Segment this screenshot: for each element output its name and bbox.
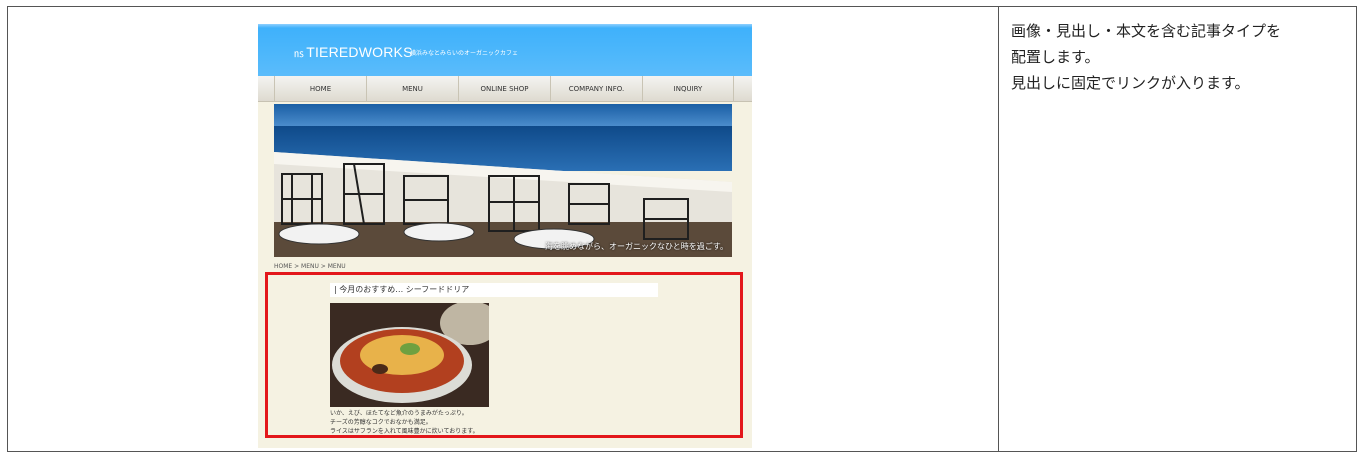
nav-company-info[interactable]: COMPANY INFO. [550,76,642,102]
article-image [330,303,489,407]
column-divider [998,6,999,452]
nav-home[interactable]: HOME [274,76,366,102]
article-body-line: チーズの芳醇なコクでおなかも満足。 [330,419,432,426]
article-body-line: いか、えび、ほたてなど魚介のうまみがたっぷり。 [330,410,468,417]
hero-image: 海を眺めながら、オーガニックなひと時を過ごす。 [274,104,732,257]
description-line: 画像・見出し・本文を含む記事タイプを [1011,22,1282,40]
article-body: いか、えび、ほたてなど魚介のうまみがたっぷり。 チーズの芳醇なコクでおなかも満足… [330,409,479,436]
nav-inquiry[interactable]: INQUIRY [642,76,734,102]
description-text: 画像・見出し・本文を含む記事タイプを 配置します。 見出しに固定でリンクが入りま… [1011,18,1356,96]
nav-online-shop[interactable]: ONLINE SHOP [458,76,550,102]
site-preview: ㎱ TIEREDWORKS 横浜みなとみらいのオーガニックカフェ HOME MEN… [258,24,752,448]
hero-caption: 海を眺めながら、オーガニックなひと時を過ごす。 [544,242,728,251]
article-body-line: ライスはサフランを入れて風味豊かに炊いております。 [330,428,479,435]
article-section-highlight: | 今月のおすすめ… シーフードドリア いか、えび、ほたてなど魚介のうまみがたっ… [265,272,743,438]
description-line: 配置します。 [1011,48,1100,66]
description-line: 見出しに固定でリンクが入ります。 [1011,74,1250,92]
logo-text: TIEREDWORKS [306,44,413,60]
article-heading-link[interactable]: | 今月のおすすめ… シーフードドリア [330,283,658,297]
nav-menu[interactable]: MENU [366,76,458,102]
breadcrumb: HOME > MENU > MENU [274,263,346,270]
site-logo[interactable]: ㎱ TIEREDWORKS [294,44,413,60]
logo-mark-icon: ㎱ [294,49,305,60]
site-nav: HOME MENU ONLINE SHOP COMPANY INFO. INQU… [258,76,752,102]
site-header: ㎱ TIEREDWORKS 横浜みなとみらいのオーガニックカフェ [258,24,752,76]
site-tagline: 横浜みなとみらいのオーガニックカフェ [410,50,519,57]
